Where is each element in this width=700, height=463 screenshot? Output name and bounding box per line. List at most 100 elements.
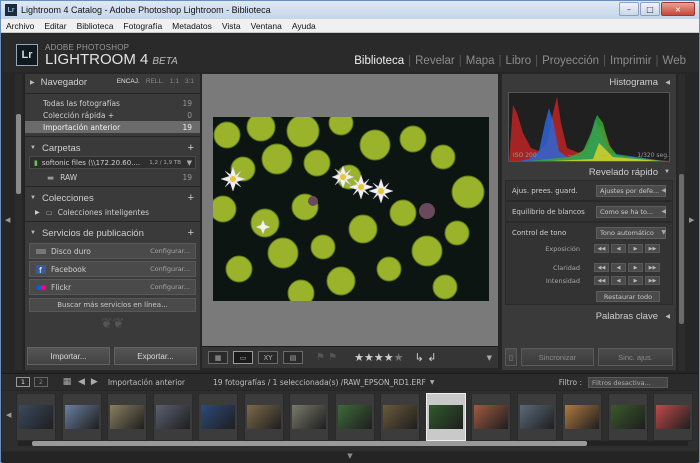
loupe-view[interactable] xyxy=(202,74,498,346)
step-down-large[interactable]: ◀◀ xyxy=(594,263,609,272)
star-icon[interactable]: ★ xyxy=(384,351,394,364)
filmstrip-thumbnail[interactable] xyxy=(152,393,193,441)
filmstrip-thumbnail[interactable] xyxy=(107,393,147,441)
collapse-triangle-icon[interactable]: ◀ xyxy=(661,187,666,194)
maximize-button[interactable]: □ xyxy=(640,2,660,16)
step-down-large[interactable]: ◀◀ xyxy=(594,276,609,285)
filmstrip-thumbnail[interactable] xyxy=(425,393,466,441)
filmstrip-thumbnail[interactable] xyxy=(334,393,375,441)
folder-raw[interactable]: ▬ RAW 19 xyxy=(25,171,200,183)
sync-button[interactable]: Sincronizar xyxy=(520,348,594,366)
reset-all-button[interactable]: Restaurar todo xyxy=(596,291,660,302)
main-photo[interactable] xyxy=(213,117,489,301)
catalog-quick-collection[interactable]: Colección rápida + 0 xyxy=(25,109,200,121)
step-down[interactable]: ◀ xyxy=(611,276,626,285)
menu-ventana[interactable]: Ventana xyxy=(246,21,287,31)
histogram-header[interactable]: Histograma ◀ xyxy=(502,74,676,90)
white-balance-select[interactable]: Como se ha to... xyxy=(596,205,666,218)
toolbar-options-dropdown-icon[interactable]: ▼ xyxy=(487,354,492,362)
zoom-1-1[interactable]: 1:1 xyxy=(170,78,179,85)
expand-triangle-icon[interactable]: ▼ xyxy=(661,229,666,236)
module-web[interactable]: Web xyxy=(659,55,690,67)
star-icon[interactable]: ★ xyxy=(374,351,384,364)
flag-icons[interactable]: ⚑ ⚑ xyxy=(316,352,337,363)
survey-view-button[interactable]: ▤ xyxy=(283,351,303,364)
step-down-large[interactable]: ◀◀ xyxy=(594,244,609,253)
step-up-large[interactable]: ▶▶ xyxy=(645,276,660,285)
grid-view-button[interactable]: ▦ xyxy=(208,351,228,364)
module-proyeccion[interactable]: Proyección xyxy=(538,55,603,67)
zoom-fill[interactable]: RELL. xyxy=(146,78,164,85)
filter-select[interactable]: Filtros desactiva... xyxy=(588,377,668,388)
filmstrip-thumbnail[interactable] xyxy=(562,393,602,441)
star-icon[interactable]: ★ xyxy=(364,351,374,364)
import-button[interactable]: Importar... xyxy=(27,347,110,365)
loupe-view-button[interactable]: ▭ xyxy=(233,351,253,364)
catalog-previous-import[interactable]: Importación anterior 19 xyxy=(25,121,200,133)
service-flickr[interactable]: Flickr Configurar... xyxy=(29,279,196,295)
step-down[interactable]: ◀ xyxy=(611,244,626,253)
sync-toggle-switch[interactable]: ▯ xyxy=(505,348,517,366)
keywords-header[interactable]: Palabras clave ◀ xyxy=(502,308,676,324)
step-up[interactable]: ▶ xyxy=(628,263,643,272)
filmstrip-thumbnail[interactable] xyxy=(471,393,511,441)
filmstrip-thumbnail[interactable] xyxy=(516,393,557,441)
auto-tone-button[interactable]: Tono automático xyxy=(596,226,666,239)
add-collection-icon[interactable]: + xyxy=(188,192,194,204)
volume-dropdown-icon[interactable]: ▼ xyxy=(187,159,192,167)
module-imprimir[interactable]: Imprimir xyxy=(606,55,656,67)
filmstrip-scroll-thumb[interactable] xyxy=(32,441,587,446)
module-mapa[interactable]: Mapa xyxy=(462,55,499,67)
filmstrip-thumbnail[interactable] xyxy=(61,393,102,441)
filmstrip-thumbnail[interactable] xyxy=(16,393,56,441)
step-up-large[interactable]: ▶▶ xyxy=(645,263,660,272)
bottom-panel-toggle-icon[interactable]: ▼ xyxy=(2,452,698,463)
add-folder-icon[interactable]: + xyxy=(188,142,194,154)
folders-header[interactable]: ▼ Carpetas + xyxy=(25,140,200,156)
second-screen-button[interactable]: 2 xyxy=(34,377,48,387)
service-facebook[interactable]: f Facebook Configurar... xyxy=(29,261,196,277)
star-icon[interactable]: ★ xyxy=(354,351,364,364)
service-hard-drive[interactable]: Disco duro Configurar... xyxy=(29,243,196,259)
step-up-large[interactable]: ▶▶ xyxy=(645,244,660,253)
compare-view-button[interactable]: XY xyxy=(258,351,278,364)
smart-collections-row[interactable]: ▶ ▭ Colecciones inteligentes xyxy=(25,206,200,218)
close-button[interactable]: × xyxy=(661,2,695,16)
minimize-button[interactable]: – xyxy=(619,2,639,16)
filmstrip-thumbnail[interactable] xyxy=(289,393,329,441)
menu-biblioteca[interactable]: Biblioteca xyxy=(72,21,119,31)
filmstrip-thumbnail[interactable] xyxy=(243,393,284,441)
sync-settings-button[interactable]: Sinc. ajus. xyxy=(597,348,673,366)
filmstrip-source[interactable]: Importación anterior xyxy=(108,378,185,387)
menu-fotografia[interactable]: Fotografía xyxy=(118,21,167,31)
source-dropdown-icon[interactable]: ▼ xyxy=(430,379,435,386)
module-revelar[interactable]: Revelar xyxy=(411,55,459,67)
configure-link[interactable]: Configurar... xyxy=(150,265,190,273)
catalog-all-photos[interactable]: Todas las fotografías 19 xyxy=(25,97,200,109)
saved-preset-select[interactable]: Ajustes por defe... xyxy=(596,184,666,197)
back-arrow-icon[interactable]: ◀ xyxy=(78,377,85,387)
quick-develop-header[interactable]: Revelado rápido ▼ xyxy=(502,164,676,180)
zoom-fit[interactable]: ENCAJ. xyxy=(117,78,140,85)
module-libro[interactable]: Libro xyxy=(502,55,536,67)
right-scroll-thumb[interactable] xyxy=(679,174,684,324)
export-button[interactable]: Exportar... xyxy=(114,347,197,365)
menu-editar[interactable]: Editar xyxy=(39,21,71,31)
menu-archivo[interactable]: Archivo xyxy=(1,21,39,31)
main-screen-button[interactable]: 1 xyxy=(16,377,30,387)
add-service-icon[interactable]: + xyxy=(188,227,194,239)
grid-icon[interactable]: ▦ xyxy=(62,377,72,387)
step-up[interactable]: ▶ xyxy=(628,276,643,285)
left-scroll-thumb[interactable] xyxy=(16,114,21,194)
filmstrip-left-icon[interactable]: ◀ xyxy=(6,411,11,419)
configure-link[interactable]: Configurar... xyxy=(150,283,190,291)
filmstrip-thumbnail[interactable] xyxy=(198,393,238,441)
module-biblioteca[interactable]: Biblioteca xyxy=(350,55,408,67)
find-more-services-button[interactable]: Buscar más servicios en línea... xyxy=(29,298,196,312)
filmstrip-info[interactable]: 19 fotografías / 1 seleccionada(s) /RAW_… xyxy=(213,378,426,387)
right-panel-toggle-icon[interactable]: ▶ xyxy=(689,216,694,224)
rotate-icons[interactable]: ↳ ↲ xyxy=(414,351,436,364)
volume-row[interactable]: ▮ softonic files (\\172.20.60.... 1,2 / … xyxy=(29,156,196,169)
left-panel-toggle-icon[interactable]: ◀ xyxy=(5,216,10,224)
menu-ayuda[interactable]: Ayuda xyxy=(287,21,321,31)
